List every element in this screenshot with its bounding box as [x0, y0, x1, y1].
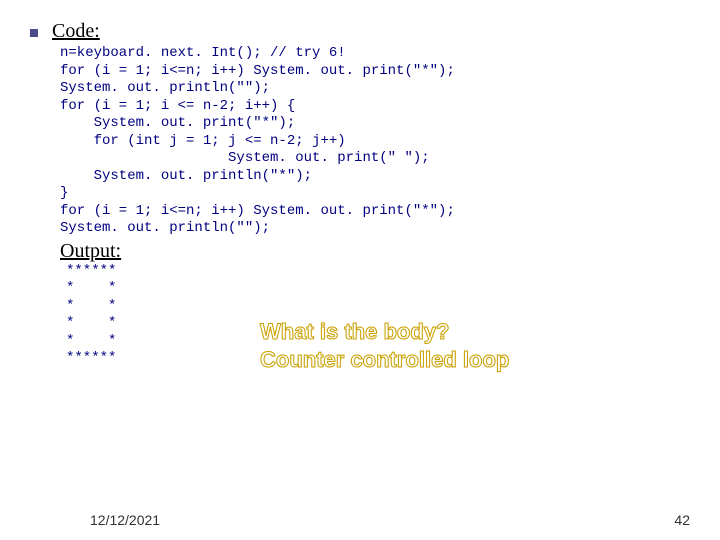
- code-heading-row: Code:: [30, 20, 690, 43]
- footer: 12/12/2021 42: [0, 512, 720, 528]
- code-heading: Code:: [52, 20, 100, 43]
- code-block: n=keyboard. next. Int(); // try 6! for (…: [60, 45, 690, 238]
- footer-page: 42: [674, 512, 690, 528]
- output-heading: Output:: [60, 240, 690, 263]
- footer-date: 12/12/2021: [90, 512, 160, 528]
- slide: Code: n=keyboard. next. Int(); // try 6!…: [0, 0, 720, 540]
- bullet-icon: [30, 29, 38, 37]
- callout-text: What is the body? Counter controlled loo…: [260, 318, 509, 373]
